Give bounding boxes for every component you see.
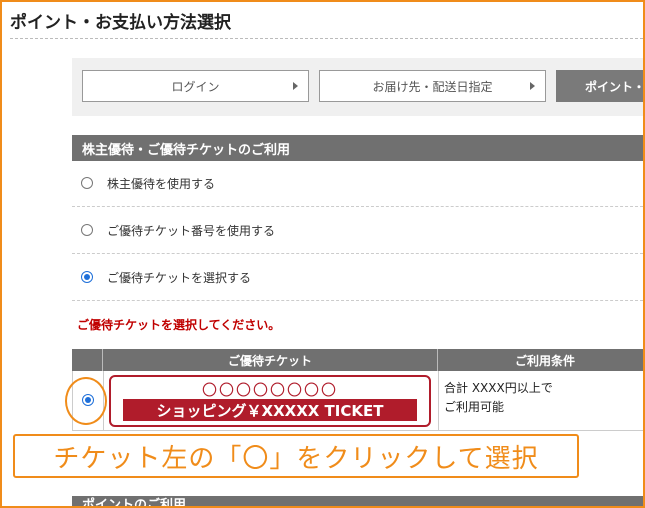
- header-ticket: ご優待チケット: [102, 349, 437, 371]
- radio-select-ticket[interactable]: [81, 271, 93, 283]
- conditions-cell: 合計 XXXX円以上で ご利用可能: [438, 371, 643, 430]
- ticket-image: 〇〇〇〇〇〇〇〇 ショッピング￥XXXXX TICKET: [109, 375, 431, 427]
- step-points-current: ポイント・: [556, 70, 645, 102]
- title-divider: [10, 38, 643, 39]
- condition-line: 合計 XXXX円以上で: [444, 381, 553, 395]
- point-section-heading: ポイントのご利用: [72, 496, 643, 506]
- ticket-name: ショッピング￥XXXXX TICKET: [123, 399, 417, 421]
- chevron-right-icon: [530, 82, 535, 90]
- ticket-select-notice: ご優待チケットを選択してください。: [77, 318, 281, 332]
- instruction-callout: チケット左の「〇」をクリックして選択: [13, 434, 579, 478]
- step-label: ポイント・: [585, 79, 645, 94]
- step-login[interactable]: ログイン: [82, 70, 309, 102]
- screenshot-frame: ポイント・お支払い方法選択 ログイン お届け先・配送日指定 ポイント・ 株主優待…: [0, 0, 645, 508]
- option-select-ticket[interactable]: ご優待チケットを選択する: [72, 254, 643, 301]
- option-label: ご優待チケット番号を使用する: [107, 223, 276, 238]
- option-label: 株主優待を使用する: [107, 176, 216, 191]
- page-title: ポイント・お支払い方法選択: [10, 13, 231, 33]
- condition-line: ご利用可能: [444, 400, 505, 414]
- checkout-steps: ログイン お届け先・配送日指定 ポイント・: [72, 58, 645, 116]
- radio-shareholder[interactable]: [81, 177, 93, 189]
- step-label: お届け先・配送日指定: [372, 79, 493, 94]
- step-delivery[interactable]: お届け先・配送日指定: [319, 70, 546, 102]
- ticket-section-heading: 株主優待・ご優待チケットのご利用: [72, 135, 643, 161]
- option-label: ご優待チケットを選択する: [107, 270, 252, 285]
- table-row[interactable]: 〇〇〇〇〇〇〇〇 ショッピング￥XXXXX TICKET 合計 XXXX円以上で…: [65, 371, 643, 431]
- ticket-cell: 〇〇〇〇〇〇〇〇 ショッピング￥XXXXX TICKET: [103, 371, 439, 430]
- step-label: ログイン: [171, 79, 220, 94]
- ticket-table-header: ご優待チケット ご利用条件: [72, 349, 643, 371]
- chevron-right-icon: [293, 82, 298, 90]
- ticket-code: 〇〇〇〇〇〇〇〇: [201, 381, 338, 399]
- radio-ticket-number[interactable]: [81, 224, 93, 236]
- ticket-radio-cell[interactable]: [65, 371, 107, 430]
- option-shareholder[interactable]: 株主優待を使用する: [72, 160, 643, 207]
- header-select-col: [72, 349, 102, 371]
- option-ticket-number[interactable]: ご優待チケット番号を使用する: [72, 207, 643, 254]
- highlight-circle: [65, 377, 107, 425]
- header-conditions: ご利用条件: [437, 349, 643, 371]
